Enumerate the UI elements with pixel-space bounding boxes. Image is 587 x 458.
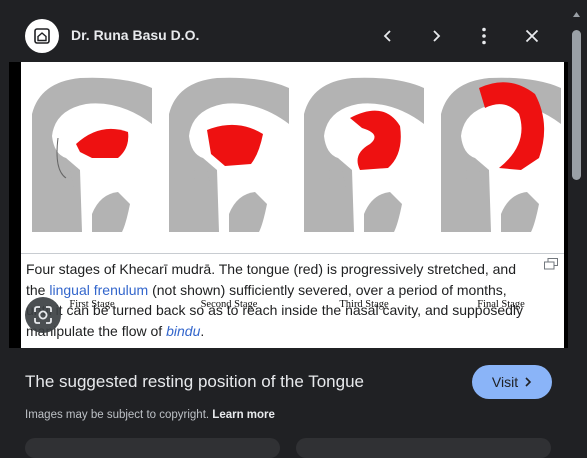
copyright-notice: Images may be subject to copyright. Lear… [25,409,275,421]
preview-image[interactable]: First Stage Second Stage Third Stage Fin… [21,62,564,348]
google-lens-icon [34,306,52,324]
chevron-right-icon [525,377,532,387]
scroll-up-arrow-icon[interactable] [572,10,581,19]
image-preview-panel: Dr. Runa Basu D.O. First Stage Second St… [0,0,568,458]
more-options-button[interactable] [470,22,498,50]
figure-caption: Four stages of Khecarī mudrā. The tongue… [26,259,531,341]
previous-button[interactable] [374,22,402,50]
close-icon [525,29,539,43]
next-button[interactable] [422,22,450,50]
visit-label: Visit [491,374,519,390]
lingual-frenulum-link[interactable]: lingual frenulum [49,282,148,298]
scrollbar[interactable] [568,0,587,443]
learn-more-link[interactable]: Learn more [212,409,275,421]
third-stage-illustration [304,77,424,232]
close-button[interactable] [518,22,546,50]
figure-caption-box: Four stages of Khecarī mudrā. The tongue… [21,253,564,349]
preview-image-area[interactable]: First Stage Second Stage Third Stage Fin… [9,62,568,348]
google-lens-button[interactable] [25,297,61,333]
bindu-link[interactable]: bindu [166,323,200,339]
related-chip[interactable] [296,438,551,458]
scroll-thumb[interactable] [572,30,581,180]
more-vert-icon [482,27,486,45]
caption-text-3: . [200,322,205,339]
site-logo[interactable] [25,19,59,53]
first-stage-illustration [32,77,152,232]
second-stage-illustration [169,77,289,232]
related-chip[interactable] [25,438,280,458]
visit-button[interactable]: Visit [472,365,552,399]
home-icon [34,28,50,44]
chevron-right-icon [433,30,441,42]
result-title[interactable]: The suggested resting position of the To… [25,372,364,392]
final-stage-illustration [441,77,561,232]
chevron-left-icon [383,30,391,42]
copyright-text: Images may be subject to copyright. [25,409,210,421]
enlarge-icon[interactable] [544,258,558,270]
preview-header: Dr. Runa Basu D.O. [0,0,568,62]
site-name[interactable]: Dr. Runa Basu D.O. [71,27,199,43]
